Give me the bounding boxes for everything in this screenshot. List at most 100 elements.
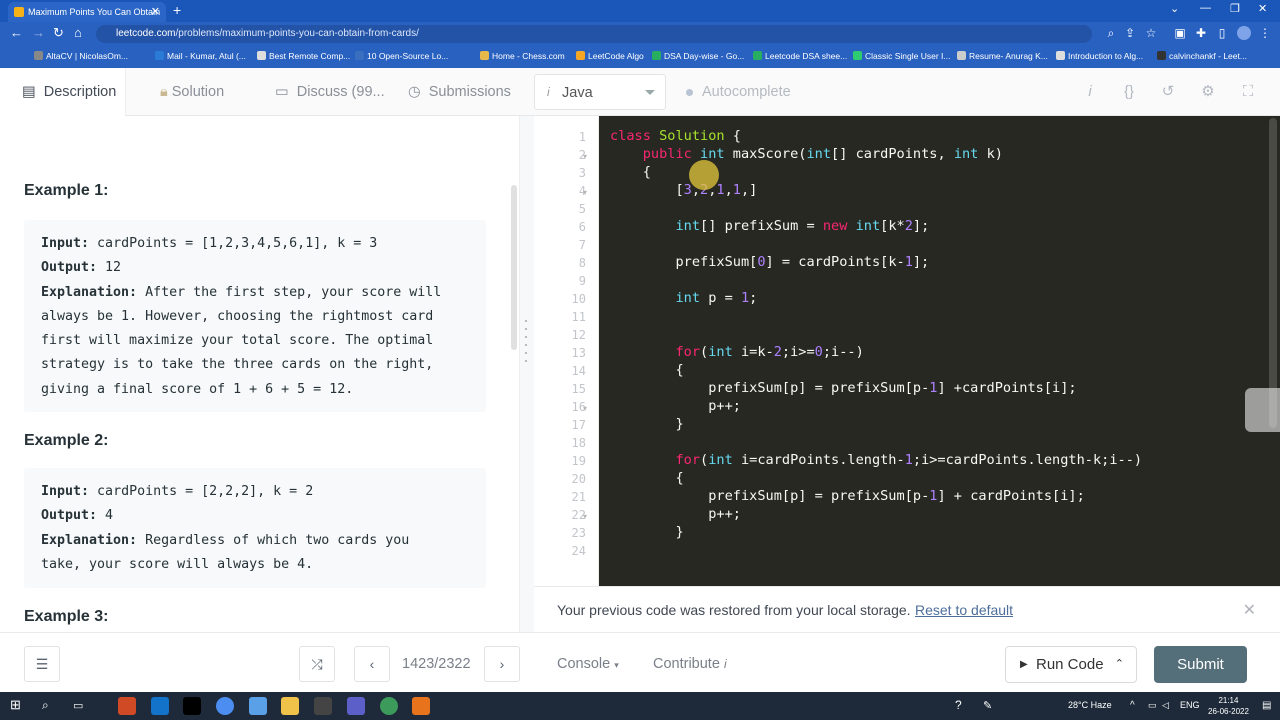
- tab-discuss[interactable]: ▭ Discuss (99...: [275, 84, 385, 100]
- code-line[interactable]: p++;: [610, 398, 741, 414]
- code-line[interactable]: int p = 1;: [610, 290, 757, 306]
- tab-search-icon[interactable]: ⌄: [1170, 2, 1179, 15]
- reset-to-default-link[interactable]: Reset to default: [915, 602, 1013, 618]
- settings-icon[interactable]: ⚙: [1198, 82, 1218, 102]
- reload-icon[interactable]: ↻: [53, 25, 64, 41]
- tray-chevron-icon[interactable]: ^: [1130, 700, 1135, 711]
- network-icon[interactable]: ▭: [1148, 700, 1157, 711]
- address-bar[interactable]: leetcode.com/problems/maximum-points-you…: [96, 25, 1092, 43]
- language-indicator[interactable]: ENG: [1180, 700, 1200, 710]
- fold-chevron-icon[interactable]: ▾: [583, 404, 587, 413]
- terminal-app-icon[interactable]: [183, 697, 201, 715]
- mail-app-icon[interactable]: [151, 697, 169, 715]
- code-line[interactable]: public int maxScore(int[] cardPoints, in…: [610, 146, 1003, 162]
- reset-icon[interactable]: ↺: [1158, 82, 1178, 102]
- back-icon[interactable]: ←: [10, 25, 23, 40]
- bookmark-item[interactable]: Resume- Anurag K...: [957, 51, 1048, 61]
- code-line[interactable]: for(int i=k-2;i>=0;i--): [610, 344, 863, 360]
- side-panel-toggle[interactable]: [1245, 388, 1280, 432]
- code-line[interactable]: {: [610, 362, 683, 378]
- code-editor[interactable]: 1 2 ▾ 3 4 ▾ 5 6 7 8 9 10 11 12 13 14 15 16 ▾ 17 18 19 20 21 22 ▾ 2…: [534, 116, 1280, 586]
- weather-widget[interactable]: 28°C Haze: [1068, 700, 1112, 710]
- new-tab-icon[interactable]: +: [173, 2, 181, 18]
- run-code-button[interactable]: ▶ Run Code ⌃: [1005, 646, 1137, 683]
- sidepanel-icon[interactable]: ▯: [1215, 26, 1229, 40]
- help-icon[interactable]: ?: [955, 698, 962, 712]
- fold-chevron-icon[interactable]: ▾: [583, 512, 587, 521]
- search-icon[interactable]: ⌕: [42, 698, 49, 713]
- code-line[interactable]: p++;: [610, 506, 741, 522]
- powerpoint-app-icon[interactable]: [118, 697, 136, 715]
- braces-icon[interactable]: {}: [1119, 82, 1139, 102]
- search-icon[interactable]: ⌕: [1104, 26, 1118, 40]
- recorder-app-icon[interactable]: [412, 697, 430, 715]
- bookmark-item[interactable]: calvinchankf - Leet...: [1157, 51, 1247, 61]
- editor-scrollbar[interactable]: [1269, 118, 1277, 428]
- fold-chevron-icon[interactable]: ▾: [583, 188, 587, 197]
- code-line[interactable]: int[] prefixSum = new int[k*2];: [610, 218, 929, 234]
- code-line[interactable]: }: [610, 416, 683, 432]
- prev-problem-button[interactable]: ‹: [354, 646, 390, 682]
- next-problem-button[interactable]: ›: [484, 646, 520, 682]
- code-line[interactable]: prefixSum[0] = cardPoints[k-1];: [610, 254, 929, 270]
- code-line[interactable]: [3,2,1,1,]: [610, 182, 757, 198]
- profile-avatar[interactable]: [1237, 26, 1251, 40]
- code-line[interactable]: {: [610, 164, 651, 180]
- window-close-icon[interactable]: ✕: [1258, 2, 1267, 15]
- code-line[interactable]: for(int i=cardPoints.length-1;i>=cardPoi…: [610, 452, 1142, 468]
- fold-chevron-icon[interactable]: ▾: [583, 152, 587, 161]
- chrome-profile-app-icon[interactable]: [380, 697, 398, 715]
- code-line[interactable]: class Solution {: [610, 128, 741, 144]
- bookmark-item[interactable]: AltaCV | NicolasOm...: [34, 51, 128, 61]
- maximize-icon[interactable]: ❐: [1230, 2, 1240, 15]
- notifications-icon[interactable]: ▤: [1262, 700, 1271, 711]
- description-scrollbar[interactable]: [511, 185, 517, 350]
- code-line[interactable]: }: [610, 524, 683, 540]
- bookmark-item[interactable]: LeetCode Algo: [576, 51, 644, 61]
- bookmark-item[interactable]: Classic Single User I...: [853, 51, 951, 61]
- minimize-icon[interactable]: —: [1200, 2, 1211, 14]
- contribute-button[interactable]: Contribute i: [653, 656, 727, 672]
- bookmark-item[interactable]: DSA Day-wise - Go...: [652, 51, 744, 61]
- info-icon[interactable]: i: [1080, 82, 1100, 102]
- language-select[interactable]: i Java: [534, 74, 666, 110]
- tab-solution[interactable]: 🔒︎ Solution: [160, 84, 224, 100]
- notice-close-icon[interactable]: ✕: [1243, 600, 1256, 620]
- bookmark-item[interactable]: Mail - Kumar, Atul (...: [155, 51, 246, 61]
- puzzle-icon[interactable]: ✚: [1194, 26, 1208, 40]
- windows-start-icon[interactable]: ⊞: [10, 697, 21, 713]
- browser-tab[interactable]: Maximum Points You Can Obtain ✕: [8, 2, 166, 22]
- volume-icon[interactable]: ◁: [1162, 700, 1169, 711]
- tab-submissions[interactable]: ◷ Submissions: [408, 84, 511, 100]
- extension-icon[interactable]: ▣: [1173, 26, 1187, 40]
- home-icon[interactable]: ⌂: [74, 25, 82, 40]
- editor-app-icon[interactable]: [249, 697, 267, 715]
- panel-resize-handle[interactable]: [525, 320, 529, 370]
- problem-list-button[interactable]: ☰: [24, 646, 60, 682]
- chrome-app-icon[interactable]: [216, 697, 234, 715]
- menu-kebab-icon[interactable]: ⋮: [1258, 26, 1272, 40]
- pen-icon[interactable]: ✎: [983, 699, 992, 712]
- code-line[interactable]: prefixSum[p] = prefixSum[p-1] + cardPoin…: [610, 488, 1085, 504]
- console-button[interactable]: Console ▾: [557, 656, 619, 672]
- share-icon[interactable]: ⇪: [1123, 26, 1137, 40]
- bookmark-item[interactable]: Introduction to Alg...: [1056, 51, 1143, 61]
- clock[interactable]: 21:14 26-06-2022: [1208, 695, 1249, 717]
- tab-close-icon[interactable]: ✕: [151, 5, 160, 18]
- file-explorer-icon[interactable]: [281, 697, 299, 715]
- code-line[interactable]: prefixSum[p] = prefixSum[p-1] +cardPoint…: [610, 380, 1076, 396]
- app-icon[interactable]: [314, 697, 332, 715]
- fullscreen-icon[interactable]: ⛶: [1238, 82, 1258, 102]
- shuffle-button[interactable]: ⤮: [299, 646, 335, 682]
- bookmark-star-icon[interactable]: ☆: [1144, 26, 1158, 40]
- forward-icon[interactable]: →: [32, 25, 45, 40]
- teams-app-icon[interactable]: [347, 697, 365, 715]
- bookmark-item[interactable]: Leetcode DSA shee...: [753, 51, 847, 61]
- bookmark-item[interactable]: 10 Open-Source Lo...: [355, 51, 448, 61]
- submit-button[interactable]: Submit: [1154, 646, 1247, 683]
- bookmark-item[interactable]: Best Remote Comp...: [257, 51, 350, 61]
- code-line[interactable]: {: [610, 470, 683, 486]
- tab-description[interactable]: ▤ Description: [22, 84, 116, 100]
- autocomplete-toggle[interactable]: Autocomplete: [702, 84, 791, 100]
- task-view-icon[interactable]: ▭: [73, 699, 83, 712]
